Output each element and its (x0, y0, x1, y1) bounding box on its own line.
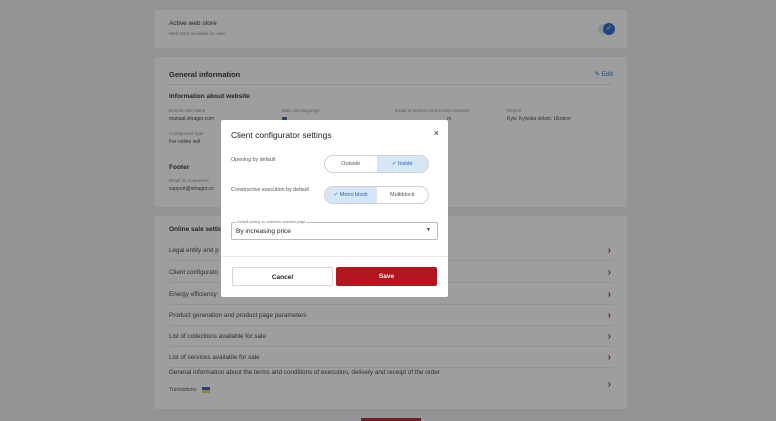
caret-down-icon: ▼ (426, 227, 431, 233)
sorting-legend: Default sorting on collection selection … (236, 220, 307, 224)
sorting-value: By increasing price (236, 228, 291, 235)
option-outside[interactable]: Outside (325, 156, 377, 172)
execution-label: Constructive execution by default (231, 187, 310, 193)
opening-segmented-control: Outside ✓ Inside (324, 155, 429, 173)
close-icon[interactable]: × (434, 128, 439, 138)
option-multiblock[interactable]: Multiblock (377, 187, 429, 203)
modal-title: Client configurator settings (231, 130, 332, 140)
save-button[interactable]: Save (336, 267, 437, 286)
cancel-button[interactable]: Cancel (232, 267, 333, 286)
option-inside[interactable]: ✓ Inside (376, 156, 428, 172)
opening-label: Opening by default (231, 157, 276, 163)
client-configurator-modal: Client configurator settings × Opening b… (221, 120, 448, 297)
option-mono-block[interactable]: ✓ Mono block (325, 187, 377, 203)
execution-segmented-control: ✓ Mono block Multiblock (324, 186, 429, 204)
modal-divider (221, 256, 448, 257)
sorting-select[interactable]: Default sorting on collection selection … (231, 220, 438, 240)
